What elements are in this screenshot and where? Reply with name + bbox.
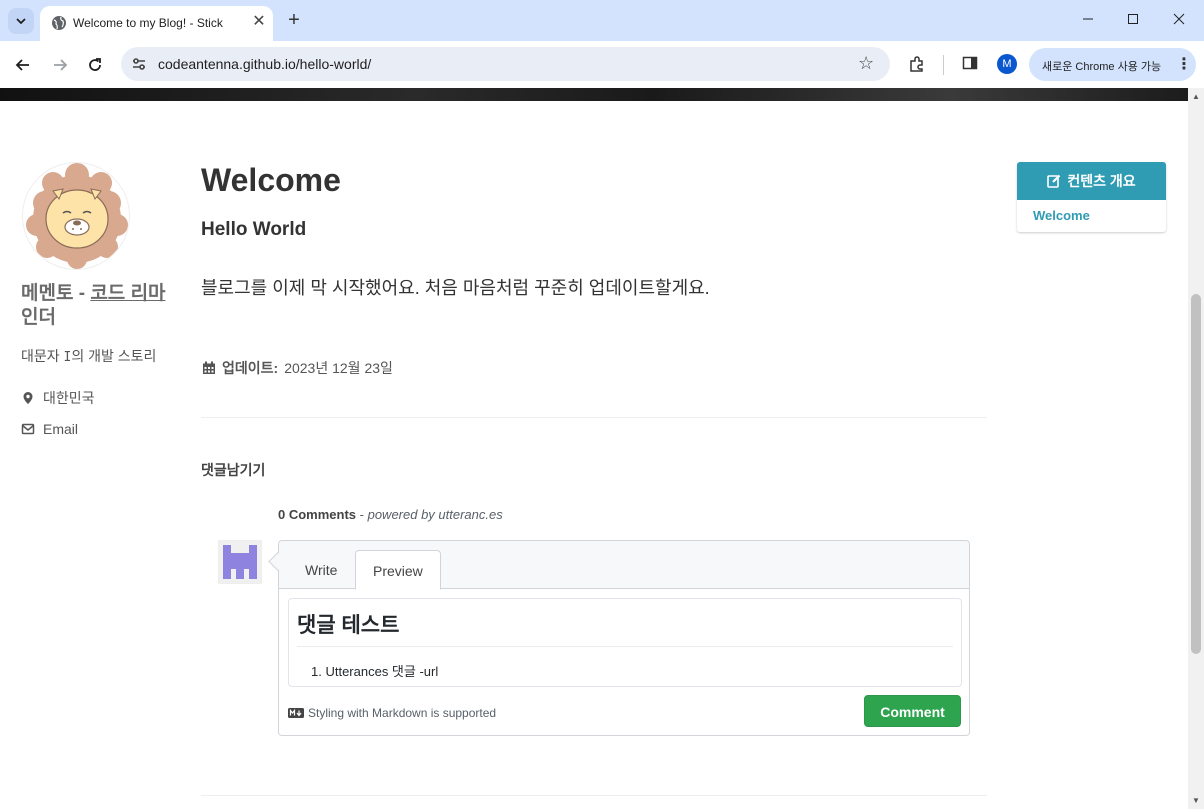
reload-button[interactable] [83, 53, 107, 77]
comment-submit-button[interactable]: Comment [864, 695, 961, 727]
markdown-note: Styling with Markdown is supported [288, 706, 496, 720]
author-email-link[interactable]: Email [21, 421, 78, 437]
author-name-part1: 메멘토 - [21, 283, 91, 304]
markdown-note-text[interactable]: Styling with Markdown is supported [308, 706, 496, 720]
updated-date: 2023년 12월 23일 [284, 360, 393, 376]
page-viewport: 메멘토 - 코드 리마 인더 대문자 I의 개발 스토리 대한민국 Email … [0, 88, 1188, 809]
browser-tabbar: Welcome to my Blog! - Stick ✕ + [0, 0, 1204, 41]
tab-close-icon[interactable]: ✕ [250, 13, 268, 31]
close-icon [1173, 13, 1185, 25]
author-avatar [22, 162, 130, 270]
comment-count: 0 Comments - powered by utteranc.es [278, 507, 503, 522]
page-title: Welcome [201, 162, 341, 198]
arrow-left-icon [15, 59, 29, 71]
header-image [0, 88, 1188, 101]
page-scrollbar[interactable]: ▲ ▼ [1188, 88, 1204, 809]
identicon-icon [219, 541, 261, 583]
author-bio-prefix: 대문자 [21, 348, 64, 364]
tab-title: Welcome to my Blog! - Stick [73, 16, 223, 30]
minimize-button[interactable] [1073, 9, 1103, 31]
lion-avatar-icon [26, 163, 128, 269]
preview-heading: 댓글 테스트 [297, 609, 953, 647]
author-bio-suffix: 의 개발 스토리 [71, 348, 157, 364]
url-text[interactable]: codeantenna.github.io/hello-world/ [158, 56, 371, 72]
minimize-icon [1083, 18, 1093, 20]
extensions-icon[interactable] [908, 55, 926, 73]
browser-tab[interactable]: Welcome to my Blog! - Stick ✕ [40, 6, 273, 41]
forward-button[interactable] [48, 53, 72, 77]
profile-avatar[interactable]: M [997, 54, 1017, 74]
markdown-icon [288, 708, 304, 718]
toolbar-divider [943, 55, 944, 75]
toc-item-welcome[interactable]: Welcome [1033, 208, 1090, 223]
new-tab-button[interactable]: + [283, 9, 305, 31]
post-updated: 업데이트: 2023년 12월 23일 [202, 358, 393, 378]
scroll-up-icon[interactable]: ▲ [1192, 92, 1200, 101]
chevron-down-icon [16, 18, 26, 25]
powered-by-link[interactable]: powered by utteranc.es [368, 507, 503, 522]
toc-panel: 컨텐츠 개요 Welcome [1017, 162, 1166, 232]
email-text[interactable]: Email [43, 421, 78, 437]
reload-icon [89, 58, 101, 71]
divider [201, 417, 987, 418]
browser-toolbar: codeantenna.github.io/hello-world/ ☆ M 새… [0, 41, 1204, 88]
chrome-update-label: 새로운 Chrome 사용 가능 [1042, 61, 1162, 73]
address-bar[interactable]: codeantenna.github.io/hello-world/ ☆ [121, 47, 890, 81]
tab-write[interactable]: Write [288, 550, 354, 590]
commenter-avatar[interactable] [218, 540, 262, 584]
globe-icon [52, 16, 66, 30]
maximize-icon [1128, 14, 1138, 24]
location-text: 대한민국 [43, 390, 95, 406]
arrow-right-icon [54, 59, 68, 71]
site-settings-icon[interactable] [131, 56, 147, 72]
editor-tabs: Write Preview [279, 541, 969, 590]
back-button[interactable] [11, 53, 35, 77]
preview-list-item: 1. Utterances 댓글 -url [311, 664, 439, 679]
updated-label: 업데이트: [222, 360, 279, 376]
comment-count-separator: - [356, 507, 368, 522]
edit-icon [1047, 174, 1061, 188]
bookmark-star-icon[interactable]: ☆ [858, 53, 874, 74]
comment-editor: Write Preview 댓글 테스트 1. Utterances 댓글 -u… [278, 540, 970, 736]
comments-section-title: 댓글남기기 [201, 462, 266, 478]
maximize-button[interactable] [1118, 9, 1148, 31]
toc-header: 컨텐츠 개요 [1017, 162, 1166, 200]
envelope-icon [21, 423, 35, 435]
author-name: 메멘토 - 코드 리마 인더 [21, 282, 181, 330]
toc-heading: 컨텐츠 개요 [1067, 173, 1136, 189]
author-bio: 대문자 I의 개발 스토리 [21, 346, 156, 366]
scroll-down-icon[interactable]: ▼ [1192, 796, 1200, 805]
post-body: 블로그를 이제 막 시작했어요. 처음 마음처럼 꾸준히 업데이트할게요. [201, 278, 710, 298]
chrome-update-button[interactable]: 새로운 Chrome 사용 가능 ⋮ [1029, 48, 1196, 81]
side-panel-icon[interactable] [962, 55, 978, 71]
tab-preview[interactable]: Preview [355, 550, 441, 590]
tab-search-button[interactable] [8, 8, 34, 34]
map-marker-icon [23, 392, 33, 404]
comment-preview: 댓글 테스트 1. Utterances 댓글 -url [288, 598, 962, 687]
footer-divider [201, 795, 987, 796]
scrollbar-thumb[interactable] [1191, 294, 1201, 654]
comment-count-value: 0 Comments [278, 507, 357, 522]
calendar-icon [203, 361, 215, 374]
author-name-part3: 인더 [21, 307, 56, 328]
close-window-button[interactable] [1164, 9, 1194, 31]
author-name-link[interactable]: 코드 리마 [90, 283, 165, 304]
author-location: 대한민국 [21, 388, 95, 408]
post-subtitle: Hello World [201, 219, 307, 240]
more-menu-icon[interactable]: ⋮ [1176, 54, 1192, 74]
